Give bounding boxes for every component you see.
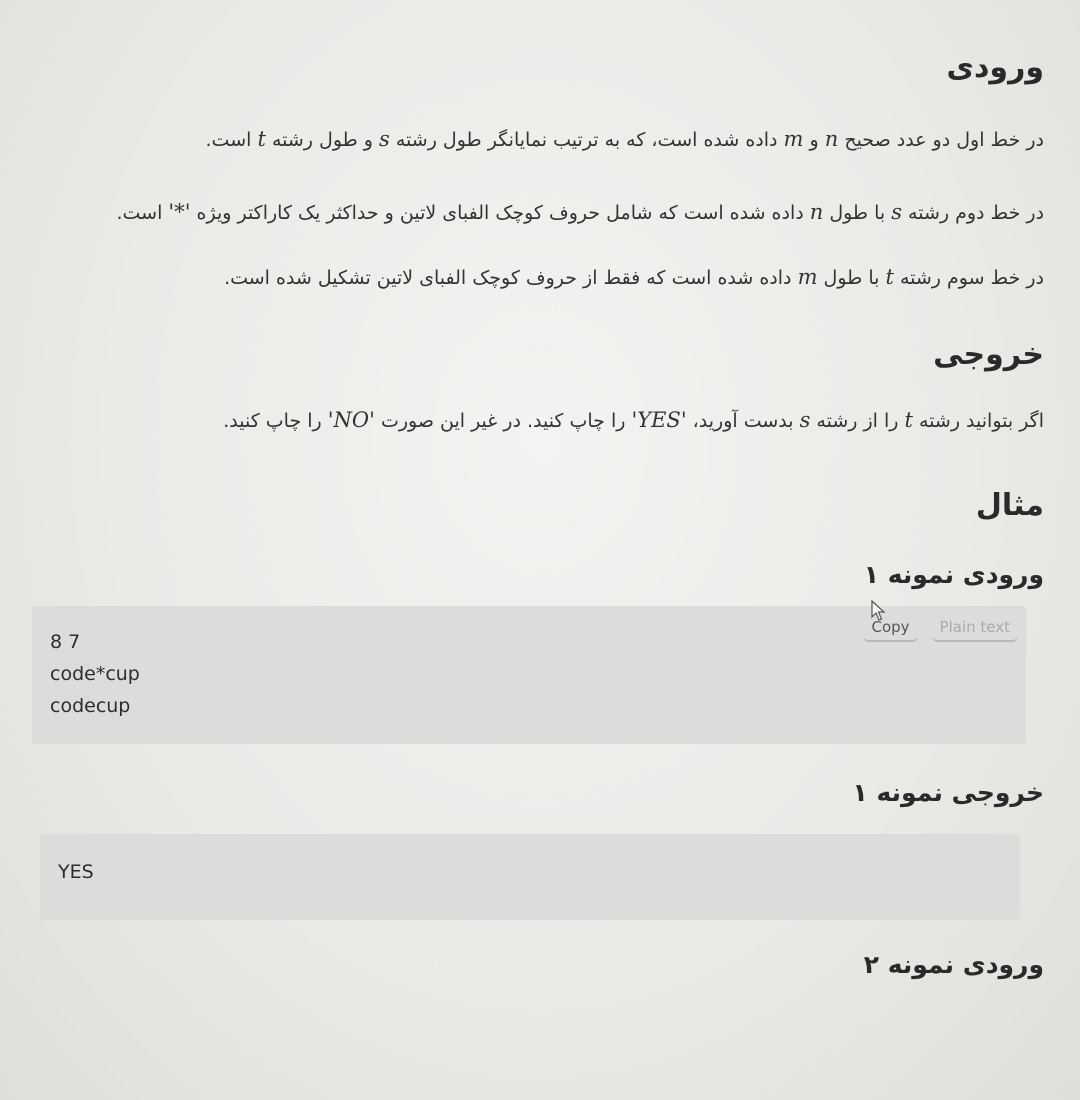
sample-output-1-text: YES bbox=[58, 861, 94, 883]
math-t: t bbox=[257, 127, 266, 151]
math-star: '*' bbox=[168, 200, 191, 224]
sample-input-1-text: 8 7 code*cup codecup bbox=[50, 631, 140, 717]
plain-text-button[interactable]: Plain text bbox=[931, 616, 1018, 642]
mouse-pointer-icon bbox=[871, 600, 886, 621]
example-section-title: مثال bbox=[975, 488, 1044, 523]
input-description-line-3: در خط سوم رشته t با طول m داده شده است ک… bbox=[224, 265, 1044, 289]
sample-input-2-title: ورودی نمونه ۲ bbox=[863, 950, 1044, 979]
math-no: 'NO' bbox=[327, 408, 375, 432]
math-m: m bbox=[797, 265, 818, 289]
output-description: اگر بتوانید رشته t را از رشته s بدست آور… bbox=[223, 408, 1044, 432]
math-s: s bbox=[799, 408, 811, 432]
math-s: s bbox=[379, 127, 390, 151]
input-description-line-2: در خط دوم رشته s با طول n داده شده است ک… bbox=[116, 200, 1044, 224]
math-t: t bbox=[885, 265, 894, 289]
problem-content: ورودی در خط اول دو عدد صحیح n و m داده ش… bbox=[32, 40, 1044, 980]
sample-output-1-title: خروجی نمونه ۱ bbox=[852, 778, 1044, 807]
sample-input-1-title: ورودی نمونه ۱ bbox=[863, 560, 1044, 589]
math-yes: 'YES' bbox=[631, 408, 687, 432]
page: ورودی در خط اول دو عدد صحیح n و m داده ش… bbox=[0, 0, 1080, 1100]
math-n: n bbox=[809, 200, 824, 224]
math-s: s bbox=[891, 200, 902, 224]
input-section-title: ورودی bbox=[946, 50, 1044, 85]
sample-input-1-box[interactable]: 8 7 code*cup codecup Copy Plain text bbox=[32, 600, 1026, 744]
math-m: m bbox=[783, 127, 804, 151]
code-toolbar: Copy Plain text bbox=[863, 600, 1018, 642]
output-section-title: خروجی bbox=[933, 337, 1044, 372]
math-n: n bbox=[824, 127, 839, 151]
math-t: t bbox=[904, 408, 913, 432]
sample-output-1-box[interactable]: YES bbox=[40, 834, 1020, 920]
input-description-line-1: در خط اول دو عدد صحیح n و m داده شده است… bbox=[205, 127, 1044, 151]
